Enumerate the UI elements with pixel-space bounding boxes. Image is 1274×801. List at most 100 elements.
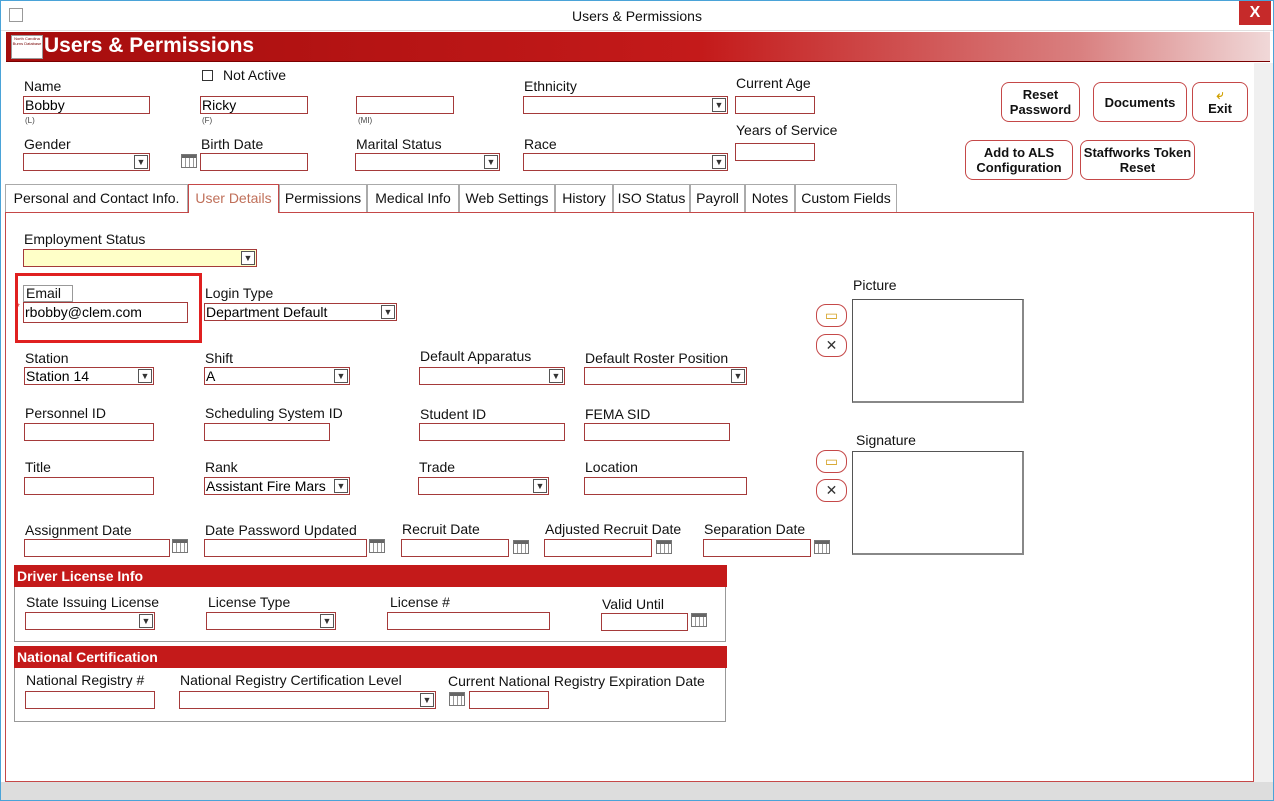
- reset-password-button[interactable]: Reset Password: [1001, 82, 1080, 122]
- chevron-down-icon: ▼: [712, 155, 726, 169]
- tab-custom-fields[interactable]: Custom Fields: [795, 184, 897, 212]
- assignment-date-field[interactable]: [24, 539, 170, 557]
- tab-web-settings[interactable]: Web Settings: [459, 184, 555, 212]
- state-issuing-label: State Issuing License: [26, 594, 160, 610]
- calendar-icon[interactable]: [656, 540, 672, 554]
- folder-icon[interactable]: ▭: [816, 450, 847, 473]
- calendar-icon[interactable]: [369, 539, 385, 553]
- shift-dropdown[interactable]: A ▼: [204, 367, 350, 385]
- department-logo: North Carolina Burns Database: [11, 35, 43, 59]
- login-type-dropdown[interactable]: Department Default ▼: [204, 303, 397, 321]
- expiration-date-label: Current National Registry Expiration Dat…: [448, 673, 705, 689]
- page-title: Users & Permissions: [44, 34, 255, 57]
- exit-icon: ⤶: [1216, 87, 1224, 102]
- delete-icon[interactable]: ✕: [816, 479, 847, 502]
- scheduling-id-field[interactable]: [204, 423, 330, 441]
- status-bar: [1, 782, 1273, 800]
- tab-history[interactable]: History: [555, 184, 613, 212]
- chevron-down-icon: ▼: [334, 479, 348, 493]
- national-certification-header: National Certification: [14, 646, 727, 668]
- race-dropdown[interactable]: ▼: [523, 153, 728, 171]
- chevron-down-icon: ▼: [334, 369, 348, 383]
- valid-until-field[interactable]: [601, 613, 688, 631]
- station-dropdown[interactable]: Station 14 ▼: [24, 367, 154, 385]
- date-password-updated-label: Date Password Updated: [205, 522, 357, 538]
- state-issuing-dropdown[interactable]: ▼: [25, 612, 155, 630]
- employment-status-dropdown[interactable]: ▼: [23, 249, 257, 267]
- recruit-date-field[interactable]: [401, 539, 509, 557]
- ethnicity-dropdown[interactable]: ▼: [523, 96, 728, 114]
- page-banner: North Carolina Burns Database Users & Pe…: [6, 32, 1270, 62]
- license-type-dropdown[interactable]: ▼: [206, 612, 336, 630]
- calendar-icon[interactable]: [513, 540, 529, 554]
- title-label: Title: [25, 459, 51, 475]
- middle-initial-sublabel: (MI): [358, 116, 373, 125]
- location-field[interactable]: [584, 477, 747, 495]
- add-to-als-button[interactable]: Add to ALS Configuration: [965, 140, 1073, 180]
- signature-box: [852, 451, 1024, 555]
- calendar-icon[interactable]: [181, 154, 197, 168]
- staffworks-token-reset-button[interactable]: Staffworks Token Reset: [1080, 140, 1195, 180]
- gender-dropdown[interactable]: ▼: [23, 153, 150, 171]
- calendar-icon[interactable]: [449, 692, 465, 706]
- assignment-date-label: Assignment Date: [25, 522, 132, 538]
- years-of-service-label: Years of Service: [736, 122, 838, 138]
- tab-personal-contact[interactable]: Personal and Contact Info.: [5, 184, 188, 212]
- national-registry-field[interactable]: [25, 691, 155, 709]
- rank-dropdown[interactable]: Assistant Fire Mars ▼: [204, 477, 350, 495]
- tab-permissions[interactable]: Permissions: [279, 184, 367, 212]
- tab-iso-status[interactable]: ISO Status: [613, 184, 690, 212]
- marital-status-label: Marital Status: [356, 136, 442, 152]
- tab-medical-info[interactable]: Medical Info: [367, 184, 459, 212]
- not-active-checkbox[interactable]: [202, 70, 213, 81]
- documents-button[interactable]: Documents: [1093, 82, 1187, 122]
- marital-status-dropdown[interactable]: ▼: [355, 153, 500, 171]
- date-password-updated-field[interactable]: [204, 539, 367, 557]
- calendar-icon[interactable]: [172, 539, 188, 553]
- delete-icon[interactable]: ✕: [816, 334, 847, 357]
- tab-user-details[interactable]: User Details: [188, 184, 279, 213]
- separation-date-label: Separation Date: [704, 521, 806, 537]
- adjusted-recruit-date-field[interactable]: [544, 539, 652, 557]
- current-age-field: [735, 96, 815, 114]
- chevron-down-icon: ▼: [381, 305, 395, 319]
- picture-label: Picture: [853, 277, 897, 293]
- default-apparatus-dropdown[interactable]: ▼: [419, 367, 565, 385]
- student-id-field[interactable]: [419, 423, 565, 441]
- rank-label: Rank: [205, 459, 238, 475]
- tab-payroll[interactable]: Payroll: [690, 184, 745, 212]
- fema-sid-field[interactable]: [584, 423, 730, 441]
- license-number-field[interactable]: [387, 612, 550, 630]
- personnel-id-label: Personnel ID: [25, 405, 106, 421]
- login-type-label: Login Type: [205, 285, 274, 301]
- trade-dropdown[interactable]: ▼: [418, 477, 549, 495]
- folder-icon[interactable]: ▭: [816, 304, 847, 327]
- expiration-date-field[interactable]: [469, 691, 549, 709]
- separation-date-field[interactable]: [703, 539, 811, 557]
- chevron-down-icon: ▼: [731, 369, 745, 383]
- chevron-down-icon: ▼: [484, 155, 498, 169]
- birth-date-field[interactable]: [200, 153, 308, 171]
- national-registry-label: National Registry #: [26, 672, 145, 688]
- station-label: Station: [25, 350, 69, 366]
- right-margin: [1254, 63, 1273, 782]
- tab-notes[interactable]: Notes: [745, 184, 795, 212]
- adjusted-recruit-date-label: Adjusted Recruit Date: [545, 521, 682, 537]
- default-roster-dropdown[interactable]: ▼: [584, 367, 747, 385]
- calendar-icon[interactable]: [691, 613, 707, 627]
- exit-label: Exit: [1208, 101, 1232, 116]
- email-field[interactable]: rbobby@clem.com: [23, 302, 188, 323]
- location-label: Location: [585, 459, 638, 475]
- title-field[interactable]: [24, 477, 154, 495]
- window-title: Users & Permissions: [572, 8, 702, 24]
- close-button[interactable]: X: [1239, 1, 1271, 25]
- last-name-field[interactable]: Bobby: [23, 96, 150, 114]
- personnel-id-field[interactable]: [24, 423, 154, 441]
- calendar-icon[interactable]: [814, 540, 830, 554]
- current-age-label: Current Age: [736, 75, 811, 91]
- exit-button[interactable]: ⤶ Exit: [1192, 82, 1248, 122]
- first-name-field[interactable]: Ricky: [200, 96, 308, 114]
- certification-level-dropdown[interactable]: ▼: [179, 691, 436, 709]
- middle-initial-field[interactable]: [356, 96, 454, 114]
- picture-box: [852, 299, 1024, 403]
